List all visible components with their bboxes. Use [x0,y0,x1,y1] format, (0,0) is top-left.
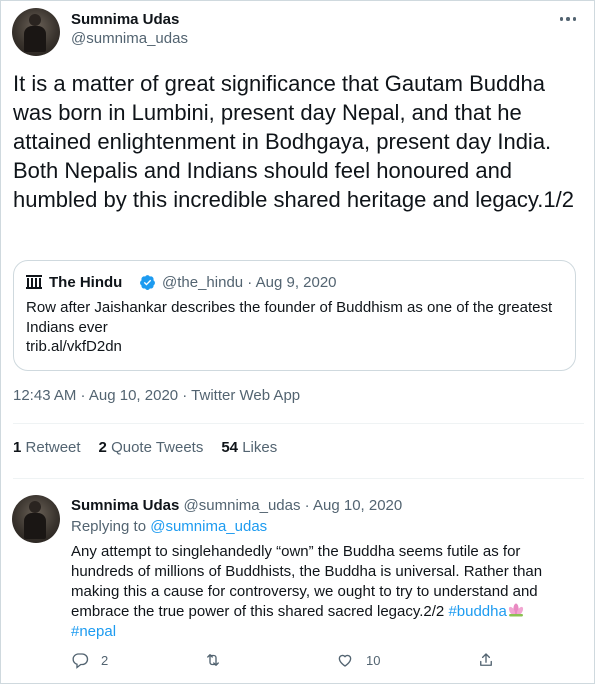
quote-author-name: The Hindu [49,274,123,291]
heart-icon [338,654,352,667]
retweet-button[interactable] [204,651,222,669]
the-hindu-icon [26,275,42,289]
reply-meta[interactable]: @sumnima_udas · Aug 10, 2020 [184,497,403,514]
reply-avatar[interactable] [12,495,60,543]
quote-link[interactable]: trib.al/vkfD2dn [26,338,122,355]
verified-icon [140,275,155,290]
likes-count: 54 [221,439,239,456]
hashtag-buddha[interactable]: #buddha [448,603,506,620]
quote-tweets-stat[interactable]: 2 Quote Tweets [99,439,204,456]
reply-button[interactable]: 2 [71,651,108,669]
tweet-thread: Sumnima Udas @sumnima_udas It is a matte… [0,0,595,684]
reply-count: 2 [101,652,109,668]
replying-prefix: Replying to [71,518,147,535]
quote-text: Row after Jaishankar describes the found… [26,299,553,336]
quote-handle-date: @the_hindu · Aug 9, 2020 [162,274,337,291]
like-count: 10 [366,652,381,668]
author-handle[interactable]: @sumnima_udas [71,30,188,47]
more-icon[interactable] [556,9,580,29]
quote-tweets-label: Quote Tweets [111,439,204,456]
reply-actions: 2 10 [71,651,501,673]
quoted-tweet-card[interactable]: The Hindu @the_hindu · Aug 9, 2020 Row a… [13,260,576,371]
hashtag-nepal[interactable]: #nepal [71,623,116,640]
avatar[interactable] [12,8,60,56]
divider [13,478,584,479]
retweets-label: Retweet [25,439,81,456]
retweets-stat[interactable]: 1 Retweet [13,439,81,456]
author-name[interactable]: Sumnima Udas [71,11,179,28]
lotus-icon [508,603,523,617]
likes-stat[interactable]: 54 Likes [221,439,277,456]
tweet-text: It is a matter of great significance tha… [13,71,574,212]
likes-label: Likes [242,439,278,456]
quote-tweets-count: 2 [98,439,107,456]
replying-to: Replying to @sumnima_udas [71,518,267,535]
reply-icon [72,653,89,669]
divider [13,423,584,424]
tweet-timestamp[interactable]: 12:43 AM · Aug 10, 2020 · Twitter Web Ap… [13,387,300,404]
replying-mention[interactable]: @sumnima_udas [150,518,267,535]
tweet-stats: 1 Retweet 2 Quote Tweets 54 Likes [13,439,277,456]
reply-text: Any attempt to singlehandedly “own” the … [71,542,576,642]
share-button[interactable] [477,651,495,669]
like-button[interactable]: 10 [336,651,380,669]
reply-author-name[interactable]: Sumnima Udas [71,497,179,514]
retweet-icon [207,654,219,666]
share-icon [480,653,492,666]
reply-header: Sumnima Udas @sumnima_udas · Aug 10, 202… [71,497,402,514]
retweets-count: 1 [13,439,22,456]
